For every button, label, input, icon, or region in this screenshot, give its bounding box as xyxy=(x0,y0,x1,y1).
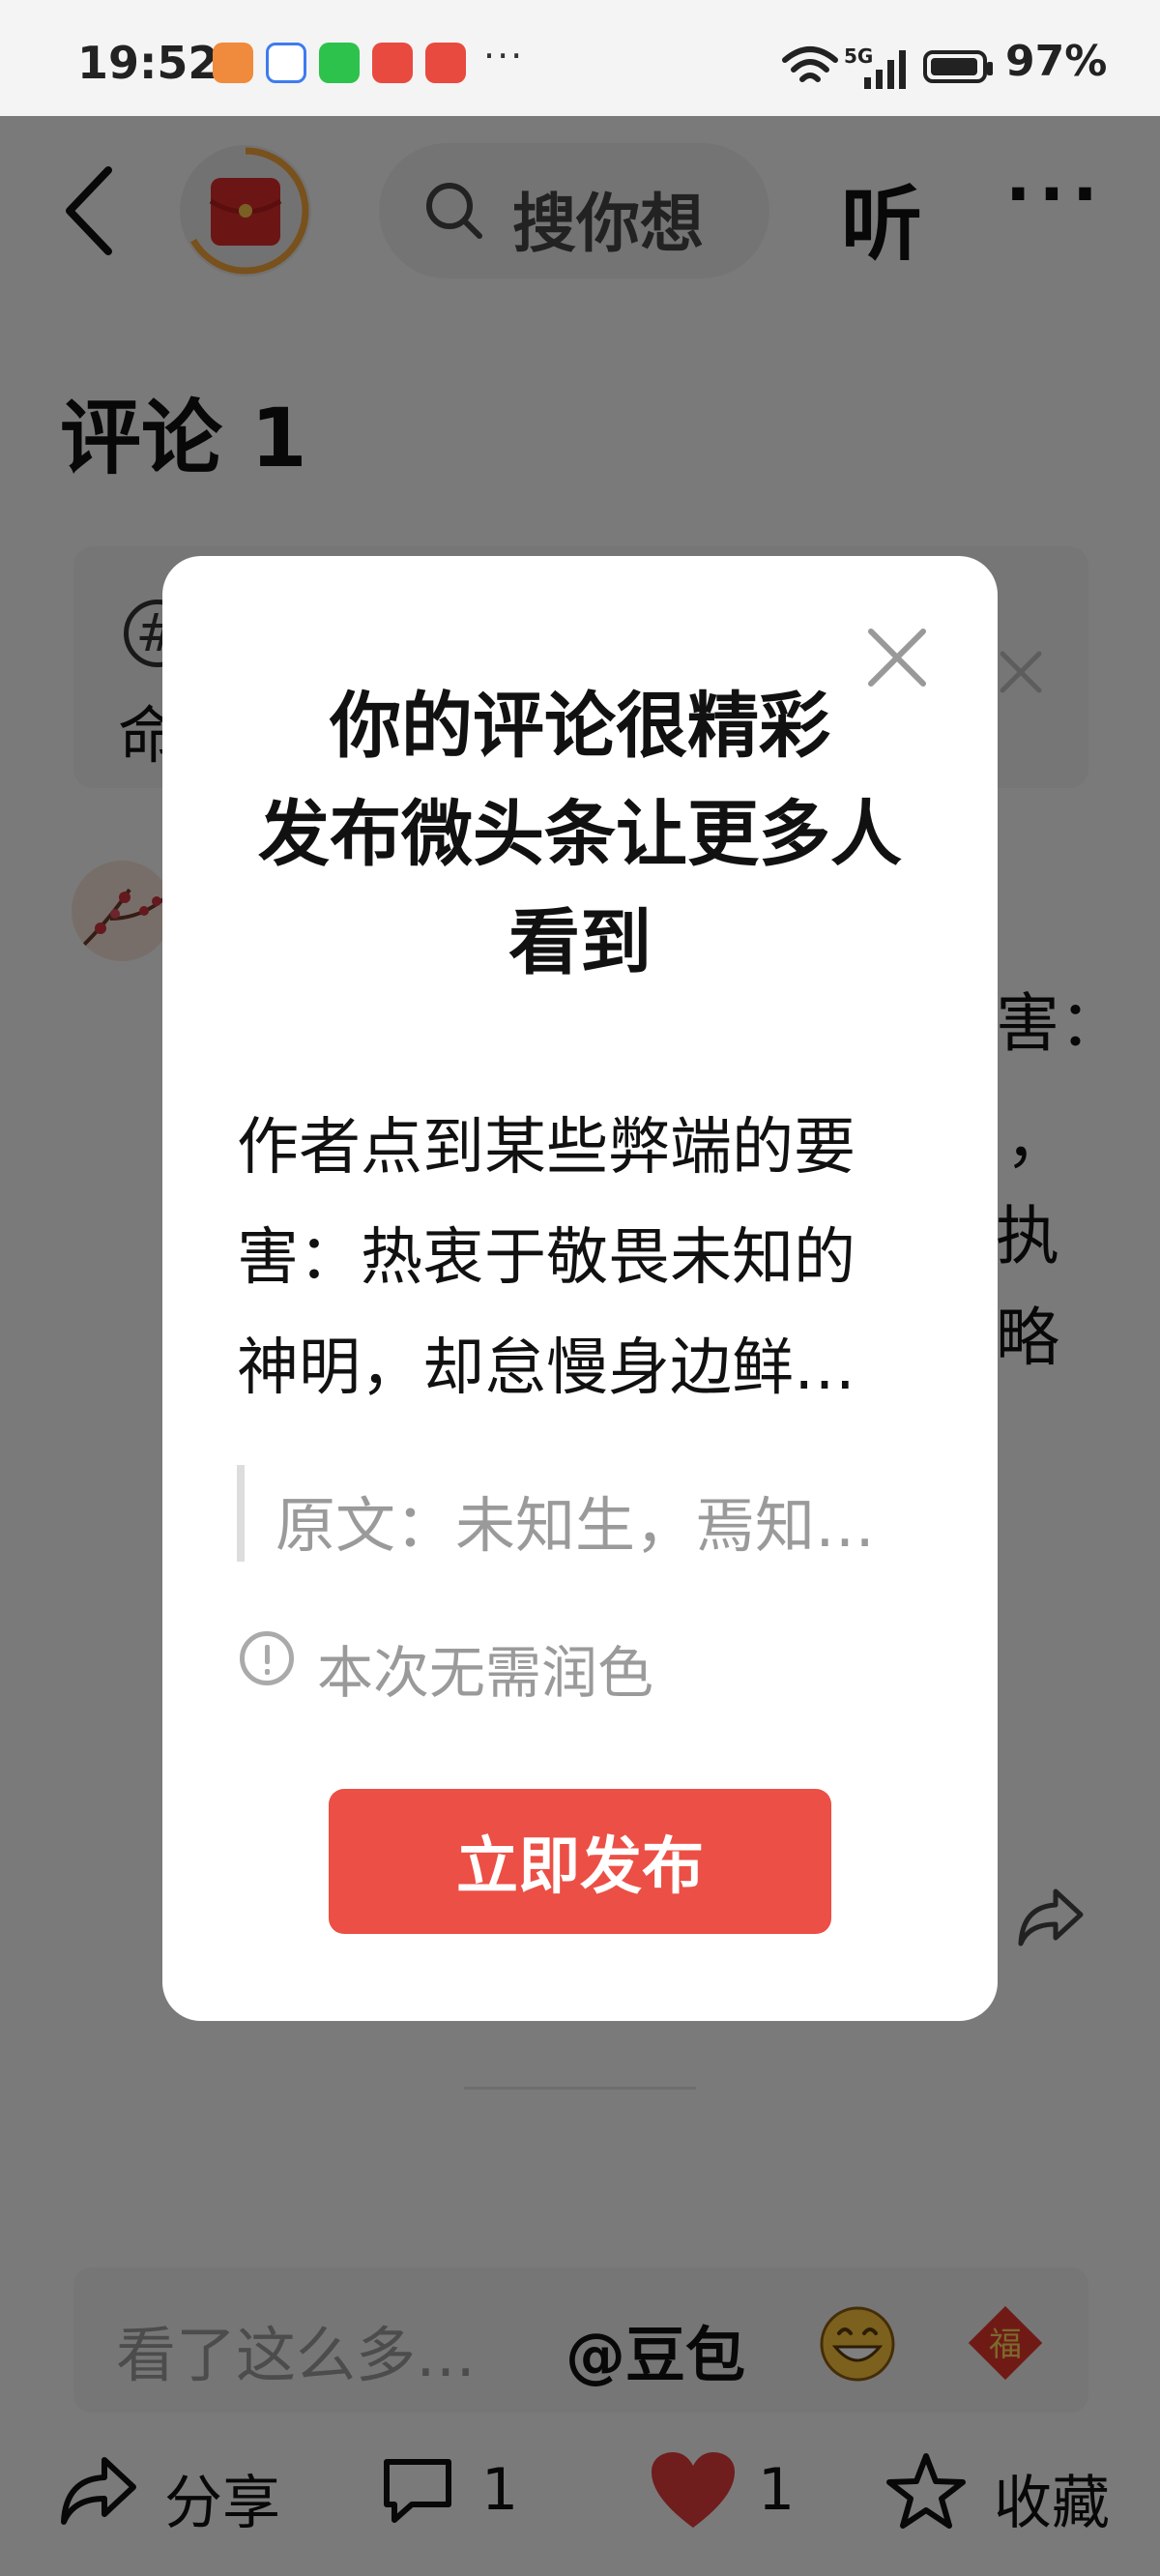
game-app-icon xyxy=(372,43,413,83)
publish-dialog: 你的评论很精彩 发布微头条让更多人 看到 作者点到某些弊端的要 害：热衷于敬畏未… xyxy=(162,556,998,2021)
game-app-icon-2 xyxy=(425,43,466,83)
preview-line-3: 神明，却怠慢身边鲜… xyxy=(237,1332,856,1404)
signal-icon xyxy=(864,50,906,89)
more-notifications-icon: ··· xyxy=(483,35,525,77)
dialog-title-line-2: 发布微头条让更多人 xyxy=(258,793,902,876)
dialog-title-line-3: 看到 xyxy=(508,901,652,984)
original-quote: 原文：未知生，焉知… xyxy=(276,1490,876,1561)
polish-info-text: 本次无需润色 xyxy=(317,1640,654,1706)
info-icon xyxy=(240,1631,294,1685)
preview-line-1: 作者点到某些弊端的要 xyxy=(237,1112,856,1184)
health-app-icon xyxy=(213,43,253,83)
wifi-icon xyxy=(782,46,838,82)
comment-preview: 作者点到某些弊端的要 害：热衷于敬畏未知的 神明，却怠慢身边鲜… xyxy=(237,1093,933,1423)
battery-percent: 97% xyxy=(1005,37,1108,86)
dialog-title-line-1: 你的评论很精彩 xyxy=(330,685,830,768)
status-bar: 19:52 ··· 5G 97% xyxy=(0,0,1160,116)
quote-bar xyxy=(237,1465,245,1562)
wechat-app-icon xyxy=(319,43,360,83)
publish-now-button[interactable]: 立即发布 xyxy=(329,1789,831,1934)
battery-icon xyxy=(923,50,993,83)
status-time: 19:52 xyxy=(77,37,219,89)
preview-line-2: 害：热衷于敬畏未知的 xyxy=(237,1222,856,1294)
browser-app-icon xyxy=(266,43,306,83)
dialog-title: 你的评论很精彩 发布微头条让更多人 看到 xyxy=(162,672,998,997)
